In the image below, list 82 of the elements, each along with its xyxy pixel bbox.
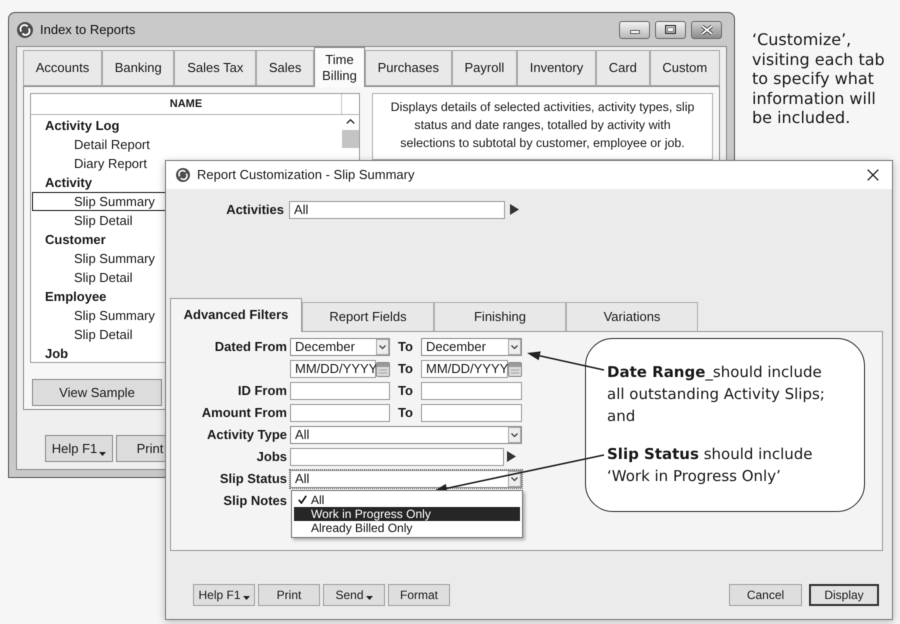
dropdown[interactable]: December <box>421 338 522 356</box>
chevron-down-icon <box>508 338 521 354</box>
field-label: To <box>397 338 414 356</box>
chevron-down-icon <box>508 426 521 442</box>
tab[interactable]: Inventory <box>516 50 596 86</box>
text-field[interactable] <box>290 448 504 466</box>
tab[interactable]: Payroll <box>452 50 517 86</box>
report-description: Displays details of selected activities, activity types, slip status and date ranges, totalled by activity with selections to subtotal by customer, employee or job. <box>372 93 713 160</box>
text-field[interactable] <box>290 404 390 422</box>
tab[interactable]: Time Billing <box>314 47 365 87</box>
tab[interactable]: Card <box>596 50 650 86</box>
dropdown-option[interactable]: Work in Progress Only <box>294 506 520 520</box>
dialog-title: Report Customization - Slip Summary <box>197 166 414 184</box>
field-label: Amount From <box>200 404 287 422</box>
dropdown-option[interactable]: All <box>294 492 520 506</box>
callout-text: Date Range_should include all outstanding Activity Slips; and <box>607 362 826 427</box>
button[interactable]: Print <box>258 584 320 606</box>
calendar-icon[interactable] <box>508 360 522 376</box>
chevron-down-icon <box>508 470 521 486</box>
text-field[interactable] <box>421 404 522 422</box>
text-field[interactable] <box>290 382 390 400</box>
tab[interactable]: Sales Tax <box>174 50 256 86</box>
field-label: To <box>397 360 414 378</box>
tab[interactable]: Variations <box>566 302 698 330</box>
app-icon <box>176 168 190 182</box>
date-field[interactable]: MM/DD/YYYY <box>421 360 508 378</box>
triangle-right-icon[interactable] <box>510 204 519 216</box>
callout-text: Slip Status should include ‘Work in Progress Only’ <box>607 444 814 487</box>
help-button[interactable]: Help F1 <box>45 435 113 462</box>
close-icon <box>700 24 712 34</box>
field-label: Dated From <box>214 338 287 356</box>
app-icon <box>17 22 33 38</box>
dropdown[interactable]: December <box>290 338 390 356</box>
button[interactable]: Cancel <box>729 584 802 606</box>
dropdown[interactable]: All <box>290 426 522 444</box>
scroll-up-icon[interactable] <box>346 119 355 124</box>
menu-button[interactable]: Send <box>323 584 385 606</box>
tab[interactable]: Sales <box>256 50 314 86</box>
report-item[interactable]: Detail Report <box>32 135 341 154</box>
calendar-icon[interactable] <box>376 360 390 376</box>
tab[interactable]: Custom <box>650 50 720 86</box>
field-label: To <box>397 404 414 422</box>
field-label: Slip Notes <box>222 492 287 510</box>
column-header: NAME <box>31 94 342 114</box>
field-label: Activities <box>225 201 284 219</box>
field-label: Activity Type <box>206 426 287 444</box>
text-field[interactable] <box>421 382 522 400</box>
dropdown-option[interactable]: Already Billed Only <box>294 520 520 534</box>
close-icon <box>867 169 879 181</box>
minimize-icon <box>630 30 640 34</box>
dropdown[interactable]: All <box>290 470 522 488</box>
scrollbar-thumb[interactable] <box>342 130 359 148</box>
tab[interactable]: Accounts <box>23 50 102 86</box>
report-group[interactable]: Activity Log <box>31 116 342 135</box>
dropdown[interactable]: All <box>289 200 505 219</box>
default-button[interactable]: Display <box>809 584 879 606</box>
date-field[interactable]: MM/DD/YYYY <box>290 360 376 378</box>
chevron-down-icon <box>376 338 389 354</box>
minimize-button[interactable] <box>619 20 650 38</box>
tab[interactable]: Report Fields <box>302 302 434 330</box>
window-title: Index to Reports <box>40 20 136 39</box>
field-label: Jobs <box>256 448 287 466</box>
tab[interactable]: Banking <box>102 50 174 86</box>
field-label: Slip Status <box>218 470 287 488</box>
tab[interactable]: Advanced Filters <box>170 298 302 332</box>
view-sample-button[interactable]: View Sample <box>32 379 162 406</box>
caret-down-icon <box>366 596 373 600</box>
close-button[interactable] <box>866 168 880 182</box>
field-label: To <box>397 382 414 400</box>
maximize-icon <box>665 25 676 34</box>
caret-down-icon <box>242 596 250 600</box>
annotation-text: ‘Customize’, visiting each tab to specify what information will be included. <box>752 30 886 128</box>
triangle-right-icon[interactable] <box>507 451 516 462</box>
menu-button[interactable]: Help F1 <box>193 584 255 606</box>
caret-down-icon <box>99 452 106 456</box>
field-label: ID From <box>236 382 287 400</box>
tab[interactable]: Finishing <box>434 302 566 330</box>
button[interactable]: Format <box>388 584 450 606</box>
check-icon <box>298 495 307 504</box>
close-button[interactable] <box>691 20 722 38</box>
tab[interactable]: Purchases <box>364 50 452 86</box>
maximize-button[interactable] <box>655 20 686 38</box>
